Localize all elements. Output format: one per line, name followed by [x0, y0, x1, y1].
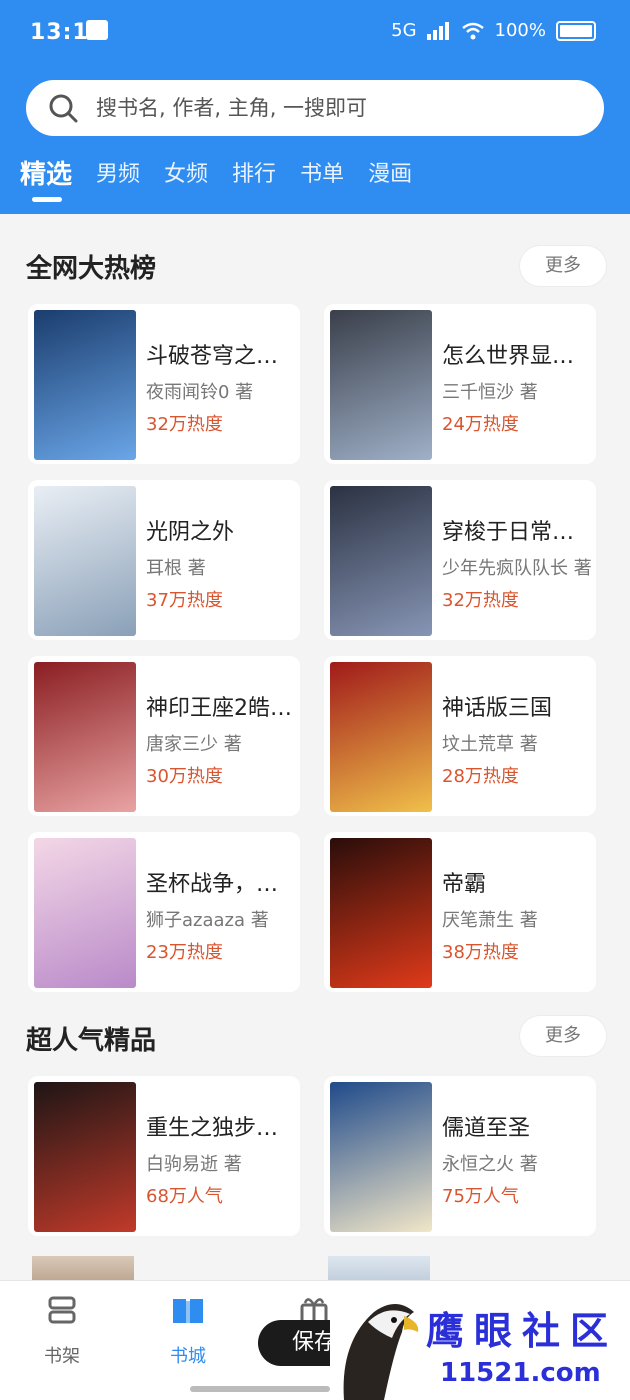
- battery-icon: [556, 20, 596, 41]
- book-cover[interactable]: [330, 838, 432, 988]
- header: 13:13 5G 100% 精选 男频 女频 排行 书单 漫画: [0, 0, 630, 214]
- book-card[interactable]: 圣杯战争，但是我狮子azaaza 著 23万热度: [28, 832, 300, 992]
- book-author: 永恒之火 著: [442, 1154, 538, 1175]
- book-heat: 37万热度: [146, 590, 223, 611]
- book-title: 光阴之外: [146, 520, 235, 545]
- watermark: 鹰眼社区 11521.com: [330, 1282, 630, 1400]
- book-author: 狮子azaaza 著: [146, 910, 269, 931]
- status-right: 5G 100%: [391, 20, 596, 41]
- book-cover[interactable]: [330, 486, 432, 636]
- bookstore-icon: [173, 1299, 203, 1323]
- book-card[interactable]: 穿梭于日常世界少年先疯队队长 著 32万热度: [324, 480, 596, 640]
- book-cover[interactable]: [34, 838, 136, 988]
- book-title: 怎么世界显得不对劲: [442, 344, 594, 369]
- book-title: 帝霸: [442, 872, 487, 897]
- app-notification-icon: [86, 20, 108, 40]
- book-heat: 24万热度: [442, 414, 519, 435]
- book-title: 神印王座2皓月当空: [146, 696, 298, 721]
- network-icon: 5G: [391, 20, 417, 41]
- section-title-popular: 超人气精品: [26, 1026, 157, 1056]
- battery-percent: 100%: [494, 20, 546, 41]
- tab-featured[interactable]: 精选: [20, 152, 72, 202]
- book-heat: 30万热度: [146, 766, 223, 787]
- book-author: 白驹易逝 著: [146, 1154, 242, 1175]
- book-card[interactable]: 儒道至圣永恒之火 著 75万人气: [324, 1076, 596, 1236]
- book-author: 少年先疯队队长 著: [442, 558, 592, 579]
- book-title: 穿梭于日常世界: [442, 520, 594, 545]
- book-title: 斗破苍穹之无上之境: [146, 344, 298, 369]
- book-cover[interactable]: [330, 310, 432, 460]
- tab-comics[interactable]: 漫画: [368, 152, 412, 202]
- book-cover[interactable]: [34, 310, 136, 460]
- book-title: 重生之独步天下: [146, 1116, 298, 1141]
- status-bar: 13:13 5G 100%: [0, 0, 630, 64]
- tab-female[interactable]: 女频: [164, 152, 208, 202]
- book-cover[interactable]: [34, 1082, 136, 1232]
- book-heat: 23万热度: [146, 942, 223, 963]
- book-author: 耳根 著: [146, 558, 206, 579]
- more-button-hot[interactable]: 更多: [520, 246, 606, 286]
- book-card[interactable]: 帝霸厌笔萧生 著 38万热度: [324, 832, 596, 992]
- book-cover[interactable]: [34, 486, 136, 636]
- book-author: 坟土荒草 著: [442, 734, 538, 755]
- book-heat: 38万热度: [442, 942, 519, 963]
- book-cover[interactable]: [330, 662, 432, 812]
- section-title-hot: 全网大热榜: [26, 254, 157, 284]
- book-heat: 32万热度: [442, 590, 519, 611]
- eagle-logo-icon: [343, 1304, 419, 1400]
- search-bar[interactable]: [26, 80, 604, 136]
- nav-label: 书城: [170, 1346, 206, 1367]
- watermark-url: 11521.com: [440, 1358, 601, 1388]
- partial-book-cover: [328, 1256, 430, 1280]
- book-author: 厌笔萧生 著: [442, 910, 538, 931]
- watermark-text: 鹰眼社区: [426, 1308, 619, 1353]
- book-card[interactable]: 重生之独步天下白驹易逝 著 68万人气: [28, 1076, 300, 1236]
- book-heat: 32万热度: [146, 414, 223, 435]
- category-tabs: 精选 男频 女频 排行 书单 漫画: [0, 152, 630, 212]
- tab-booklist[interactable]: 书单: [300, 152, 344, 202]
- tab-male[interactable]: 男频: [96, 152, 140, 202]
- book-card[interactable]: 斗破苍穹之无上之境夜雨闻铃0 著 32万热度: [28, 304, 300, 464]
- signal-icon: [426, 21, 449, 40]
- book-author: 唐家三少 著: [146, 734, 242, 755]
- home-indicator[interactable]: [190, 1386, 330, 1392]
- book-heat: 75万人气: [442, 1186, 519, 1207]
- book-author: 夜雨闻铃0 著: [146, 382, 254, 403]
- wifi-icon: [461, 22, 484, 39]
- book-card[interactable]: 光阴之外耳根 著 37万热度: [28, 480, 300, 640]
- book-cover[interactable]: [34, 662, 136, 812]
- book-card[interactable]: 怎么世界显得不对劲三千恒沙 著 24万热度: [324, 304, 596, 464]
- search-icon: [49, 94, 78, 123]
- partial-book-cover: [32, 1256, 134, 1280]
- book-heat: 68万人气: [146, 1186, 223, 1207]
- book-title: 圣杯战争，但是我: [146, 872, 298, 897]
- bookshelf-icon: [48, 1296, 76, 1324]
- book-author: 三千恒沙 著: [442, 382, 538, 403]
- tab-ranking[interactable]: 排行: [232, 152, 276, 202]
- book-card[interactable]: 神印王座2皓月当空唐家三少 著 30万热度: [28, 656, 300, 816]
- nav-bookshelf[interactable]: 书架: [22, 1293, 102, 1368]
- search-input[interactable]: [96, 96, 556, 120]
- nav-label: 书架: [44, 1346, 80, 1367]
- more-button-popular[interactable]: 更多: [520, 1016, 606, 1056]
- nav-bookstore[interactable]: 书城: [148, 1293, 228, 1368]
- book-title: 儒道至圣: [442, 1116, 531, 1141]
- book-cover[interactable]: [330, 1082, 432, 1232]
- book-heat: 28万热度: [442, 766, 519, 787]
- book-title: 神话版三国: [442, 696, 553, 721]
- book-card[interactable]: 神话版三国坟土荒草 著 28万热度: [324, 656, 596, 816]
